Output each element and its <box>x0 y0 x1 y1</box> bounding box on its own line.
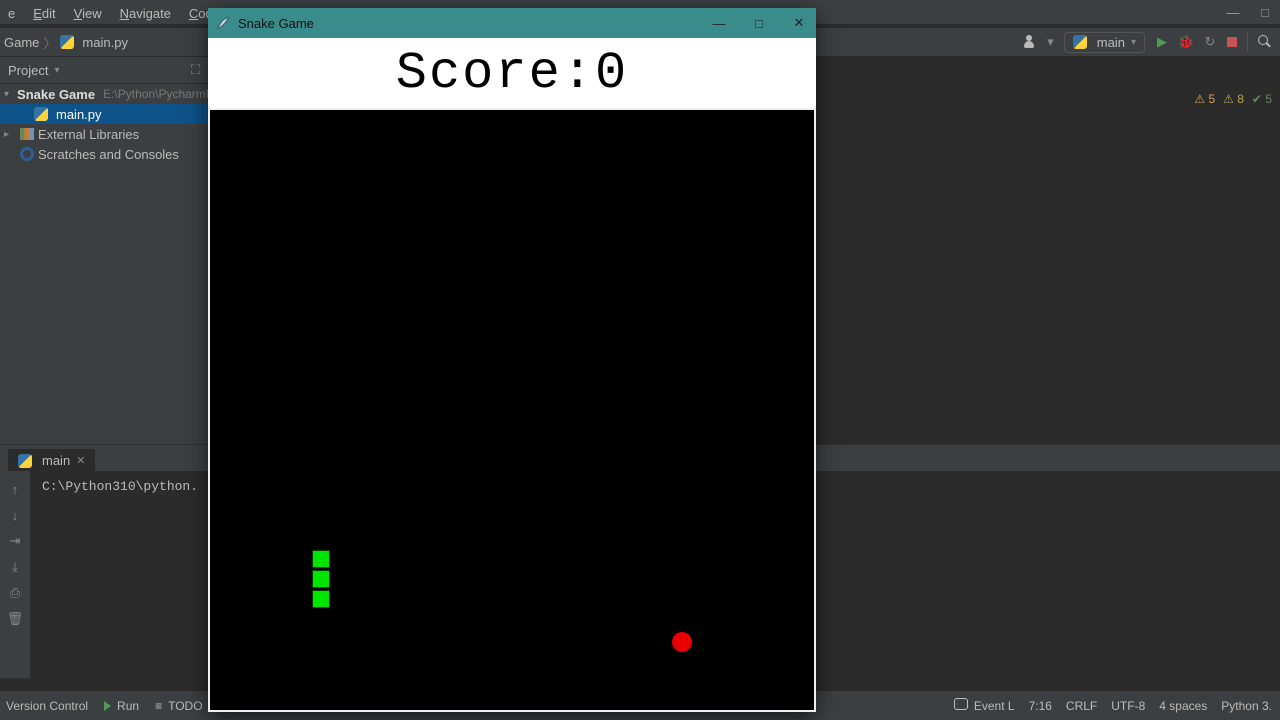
tree-file-main[interactable]: main.py <box>0 104 208 124</box>
tree-ext-libs-label: External Libraries <box>38 127 139 142</box>
stop-button-icon[interactable] <box>1227 37 1237 47</box>
warning-badge[interactable]: ⚠ 8 <box>1223 92 1244 106</box>
python-icon <box>1073 35 1087 49</box>
gear-icon[interactable]: ⛶ <box>191 62 200 78</box>
tree-root-label: Snake Game <box>17 87 95 102</box>
libraries-icon <box>20 128 34 140</box>
menu-file[interactable]: e <box>0 4 23 23</box>
tree-scratches-label: Scratches and Consoles <box>38 147 179 162</box>
dropdown-chevron-icon: ▾ <box>1047 34 1054 50</box>
play-icon <box>104 701 111 711</box>
toolbar-divider <box>1247 33 1248 51</box>
project-view-dropdown-icon[interactable]: ▾ <box>54 65 59 76</box>
menu-view[interactable]: View <box>66 4 110 23</box>
console-line: C:\Python310\python. <box>42 479 198 494</box>
python-icon <box>18 454 32 468</box>
tree-root-path: E:\Python\PycharmPr <box>103 87 208 101</box>
status-version-control[interactable]: Version Control <box>6 699 88 713</box>
status-event-log[interactable]: Event L <box>954 698 1015 713</box>
python-file-icon <box>34 107 48 121</box>
run-configuration-selector[interactable]: main ▾ <box>1064 32 1145 53</box>
run-tab-main[interactable]: main ✕ <box>8 447 95 472</box>
snake-segment <box>312 570 330 588</box>
ok-badge[interactable]: ✔ 5 <box>1252 92 1272 106</box>
project-tree: ▾ Snake Game E:\Python\PycharmPr main.py… <box>0 84 208 444</box>
score-bar: Score:0 <box>208 38 816 108</box>
ide-maximize-icon[interactable]: □ <box>1258 5 1272 19</box>
run-config-name: main <box>1097 35 1125 50</box>
search-icon[interactable] <box>1258 35 1272 49</box>
run-tab-label: main <box>42 453 70 468</box>
score-value: 0 <box>595 44 628 103</box>
scroll-up-icon[interactable]: ↑ <box>7 481 23 497</box>
project-tool-header: Project ▾ ⛶ <box>0 56 208 84</box>
coverage-button-icon[interactable]: ↻ <box>1203 35 1217 49</box>
tree-collapse-icon[interactable]: ▸ <box>4 129 16 140</box>
breadcrumb-file[interactable]: main.py <box>82 35 128 50</box>
tree-scratches[interactable]: ▸ Scratches and Consoles <box>0 144 208 164</box>
game-titlebar[interactable]: Snake Game — □ ✕ <box>208 8 816 38</box>
inspection-badges[interactable]: ⚠ 5 ⚠ 8 ✔ 5 <box>1194 92 1272 106</box>
breadcrumb-project[interactable]: Game <box>4 35 39 50</box>
chevron-right-icon: 〉 <box>43 33 56 52</box>
score-text: Score:0 <box>396 44 628 103</box>
game-minimize-icon[interactable]: — <box>710 14 728 32</box>
breadcrumb: Game 〉 main.py <box>0 33 128 52</box>
game-maximize-icon[interactable]: □ <box>750 14 768 32</box>
scroll-down-icon[interactable]: ↓ <box>7 507 23 523</box>
snake-segment <box>312 550 330 568</box>
snake-game-window: Snake Game — □ ✕ Score:0 <box>208 8 816 712</box>
run-button-icon[interactable]: ▶ <box>1155 35 1169 49</box>
clear-icon[interactable]: 🗑 <box>7 611 23 627</box>
status-todo[interactable]: ≡ TODO <box>155 699 202 713</box>
status-run[interactable]: Run <box>104 699 139 713</box>
menu-navigate[interactable]: Navigate <box>112 4 179 23</box>
tree-root[interactable]: ▾ Snake Game E:\Python\PycharmPr <box>0 84 208 104</box>
food-dot <box>672 632 692 652</box>
scratches-icon <box>20 147 34 161</box>
tree-expand-icon[interactable]: ▾ <box>4 89 9 100</box>
ide-minimize-icon[interactable]: — <box>1226 5 1240 19</box>
snake-segment <box>312 590 330 608</box>
status-encoding[interactable]: UTF-8 <box>1111 699 1145 713</box>
status-line-separator[interactable]: CRLF <box>1066 699 1097 713</box>
tk-feather-icon <box>216 16 230 30</box>
status-caret-pos[interactable]: 7:16 <box>1029 699 1052 713</box>
scroll-to-end-icon[interactable]: ⤓ <box>7 559 23 575</box>
chevron-down-icon: ▾ <box>1131 37 1136 48</box>
menu-edit[interactable]: Edit <box>25 4 63 23</box>
score-prefix: Score: <box>396 44 595 103</box>
game-window-title: Snake Game <box>238 16 314 31</box>
project-panel-title[interactable]: Project <box>8 63 48 78</box>
debug-button-icon[interactable]: 🐞 <box>1179 35 1193 49</box>
python-file-icon <box>60 35 74 49</box>
chat-icon <box>954 698 968 713</box>
tree-external-libraries[interactable]: ▸ External Libraries <box>0 124 208 144</box>
print-icon[interactable]: ⎙ <box>7 585 23 601</box>
run-gutter: ↑ ↓ ⇥ ⤓ ⎙ 🗑 <box>0 471 30 678</box>
game-close-icon[interactable]: ✕ <box>790 14 808 32</box>
tree-file-label: main.py <box>56 107 102 122</box>
status-indent[interactable]: 4 spaces <box>1159 699 1207 713</box>
close-tab-icon[interactable]: ✕ <box>76 454 85 467</box>
soft-wrap-icon[interactable]: ⇥ <box>7 533 23 549</box>
status-interpreter[interactable]: Python 3. <box>1221 699 1272 713</box>
code-with-me-icon[interactable] <box>1023 35 1037 49</box>
game-canvas[interactable] <box>210 110 814 710</box>
error-badge[interactable]: ⚠ 5 <box>1194 92 1215 106</box>
